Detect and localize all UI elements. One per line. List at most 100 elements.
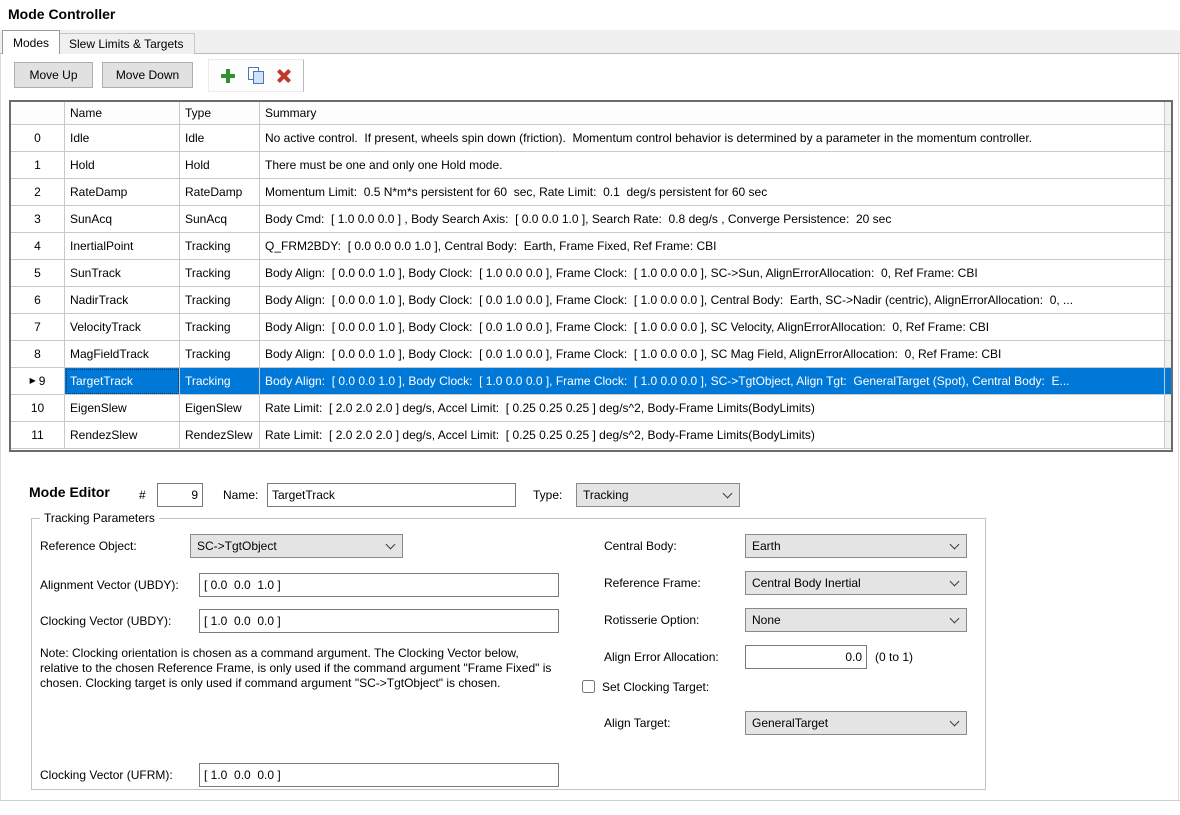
cell-summary[interactable]: Body Align: [ 0.0 0.0 1.0 ], Body Clock:…: [260, 341, 1165, 368]
cell-summary[interactable]: Rate Limit: [ 2.0 2.0 2.0 ] deg/s, Accel…: [260, 422, 1165, 449]
chevron-down-icon: [950, 539, 960, 549]
cell-summary[interactable]: Rate Limit: [ 2.0 2.0 2.0 ] deg/s, Accel…: [260, 395, 1165, 422]
cell-name[interactable]: SunTrack: [65, 260, 180, 287]
alignment-vector-field[interactable]: [199, 573, 559, 597]
cell-type[interactable]: Tracking: [180, 260, 260, 287]
table-row[interactable]: ▶9TargetTrackTrackingBody Align: [ 0.0 0…: [11, 368, 1171, 395]
align-target-label: Align Target:: [604, 711, 671, 735]
cell-type[interactable]: Hold: [180, 152, 260, 179]
cell-summary[interactable]: Body Align: [ 0.0 0.0 1.0 ], Body Clock:…: [260, 260, 1165, 287]
table-row[interactable]: 7 VelocityTrackTrackingBody Align: [ 0.0 …: [11, 314, 1171, 341]
align-error-allocation-field[interactable]: [745, 645, 867, 669]
column-header-summary[interactable]: Summary: [260, 102, 1165, 125]
cell-name[interactable]: InertialPoint: [65, 233, 180, 260]
chevron-down-icon: [950, 576, 960, 586]
reference-frame-value: Central Body Inertial: [752, 576, 951, 590]
cell-summary[interactable]: Momentum Limit: 0.5 N*m*s persistent for…: [260, 179, 1165, 206]
cell-type[interactable]: RendezSlew: [180, 422, 260, 449]
row-number: 7: [34, 320, 41, 334]
set-clocking-target-checkbox[interactable]: [582, 680, 595, 693]
row-header[interactable]: 11: [11, 422, 65, 449]
table-row[interactable]: 0IdleIdleNo active control. If present, …: [11, 125, 1171, 152]
column-header-name[interactable]: Name: [65, 102, 180, 125]
cell-name[interactable]: RendezSlew: [65, 422, 180, 449]
row-number: 4: [34, 239, 41, 253]
row-header[interactable]: 4: [11, 233, 65, 260]
row-header[interactable]: 3: [11, 206, 65, 233]
row-filler: [1165, 125, 1171, 152]
table-row[interactable]: 4 InertialPointTrackingQ_FRM2BDY: [ 0.0 0…: [11, 233, 1171, 260]
cell-summary[interactable]: Body Align: [ 0.0 0.0 1.0 ], Body Clock:…: [260, 287, 1165, 314]
row-header[interactable]: ▶9: [11, 368, 65, 395]
tab-slew-limits-targets[interactable]: Slew Limits & Targets: [58, 33, 195, 54]
cell-name[interactable]: RateDamp: [65, 179, 180, 206]
table-row[interactable]: 11RendezSlewRendezSlewRate Limit: [ 2.0 …: [11, 422, 1171, 449]
table-row[interactable]: 10EigenSlewEigenSlewRate Limit: [ 2.0 2.…: [11, 395, 1171, 422]
row-header[interactable]: 0: [11, 125, 65, 152]
cell-name[interactable]: TargetTrack: [65, 368, 180, 395]
row-header[interactable]: 6: [11, 287, 65, 314]
table-row[interactable]: 8 MagFieldTrackTrackingBody Align: [ 0.0 …: [11, 341, 1171, 368]
mode-controller-window: Mode Controller Modes Slew Limits & Targ…: [0, 0, 1180, 815]
mode-table-body: 0IdleIdleNo active control. If present, …: [11, 125, 1171, 449]
table-row[interactable]: 6NadirTrackTrackingBody Align: [ 0.0 0.0…: [11, 287, 1171, 314]
cell-name[interactable]: NadirTrack: [65, 287, 180, 314]
cell-type[interactable]: RateDamp: [180, 179, 260, 206]
tab-modes[interactable]: Modes: [2, 30, 60, 54]
row-header[interactable]: 10: [11, 395, 65, 422]
row-filler: [1165, 368, 1171, 395]
column-header-type[interactable]: Type: [180, 102, 260, 125]
mode-type-dropdown[interactable]: Tracking: [576, 483, 740, 507]
row-header[interactable]: 8: [11, 341, 65, 368]
row-filler: [1165, 206, 1171, 233]
clocking-vector-ufrm-field[interactable]: [199, 763, 559, 787]
cell-name[interactable]: SunAcq: [65, 206, 180, 233]
delete-icon[interactable]: [275, 67, 293, 85]
cell-summary[interactable]: Body Cmd: [ 1.0 0.0 0.0 ] , Body Search …: [260, 206, 1165, 233]
table-row[interactable]: 1HoldHoldThere must be one and only one …: [11, 152, 1171, 179]
table-row[interactable]: 3SunAcqSunAcqBody Cmd: [ 1.0 0.0 0.0 ] ,…: [11, 206, 1171, 233]
central-body-dropdown[interactable]: Earth: [745, 534, 967, 558]
mode-number-field[interactable]: [157, 483, 203, 507]
cell-summary[interactable]: There must be one and only one Hold mode…: [260, 152, 1165, 179]
row-number: 8: [34, 347, 41, 361]
row-header[interactable]: 2: [11, 179, 65, 206]
cell-type[interactable]: Tracking: [180, 287, 260, 314]
cell-type[interactable]: Tracking: [180, 368, 260, 395]
add-icon[interactable]: [219, 67, 237, 85]
move-up-button[interactable]: Move Up: [14, 62, 93, 88]
cell-summary[interactable]: Body Align: [ 0.0 0.0 1.0 ], Body Clock:…: [260, 368, 1165, 395]
cell-name[interactable]: VelocityTrack: [65, 314, 180, 341]
cell-name[interactable]: EigenSlew: [65, 395, 180, 422]
cell-type[interactable]: Idle: [180, 125, 260, 152]
cell-summary[interactable]: Body Align: [ 0.0 0.0 1.0 ], Body Clock:…: [260, 314, 1165, 341]
table-row[interactable]: 5SunTrackTrackingBody Align: [ 0.0 0.0 1…: [11, 260, 1171, 287]
row-header[interactable]: 5: [11, 260, 65, 287]
rotisserie-option-value: None: [752, 613, 951, 627]
reference-object-dropdown[interactable]: SC->TgtObject: [190, 534, 403, 558]
cell-type[interactable]: Tracking: [180, 314, 260, 341]
cell-type[interactable]: Tracking: [180, 341, 260, 368]
cell-type[interactable]: SunAcq: [180, 206, 260, 233]
cell-type[interactable]: EigenSlew: [180, 395, 260, 422]
cell-summary[interactable]: No active control. If present, wheels sp…: [260, 125, 1165, 152]
align-target-dropdown[interactable]: GeneralTarget: [745, 711, 967, 735]
mode-name-field[interactable]: [267, 483, 516, 507]
cell-type[interactable]: Tracking: [180, 233, 260, 260]
copy-icon[interactable]: [247, 67, 265, 85]
column-header-rowselect[interactable]: [11, 102, 65, 125]
cell-name[interactable]: Idle: [65, 125, 180, 152]
chevron-down-icon: [723, 488, 733, 498]
table-row[interactable]: 2RateDampRateDampMomentum Limit: 0.5 N*m…: [11, 179, 1171, 206]
reference-frame-dropdown[interactable]: Central Body Inertial: [745, 571, 967, 595]
row-header[interactable]: 7: [11, 314, 65, 341]
rotisserie-option-dropdown[interactable]: None: [745, 608, 967, 632]
cell-name[interactable]: Hold: [65, 152, 180, 179]
clocking-vector-ubdy-field[interactable]: [199, 609, 559, 633]
cell-summary[interactable]: Q_FRM2BDY: [ 0.0 0.0 0.0 1.0 ], Central …: [260, 233, 1165, 260]
row-filler: [1165, 314, 1171, 341]
cell-name[interactable]: MagFieldTrack: [65, 341, 180, 368]
reference-frame-label: Reference Frame:: [604, 571, 701, 595]
row-header[interactable]: 1: [11, 152, 65, 179]
move-down-button[interactable]: Move Down: [102, 62, 193, 88]
